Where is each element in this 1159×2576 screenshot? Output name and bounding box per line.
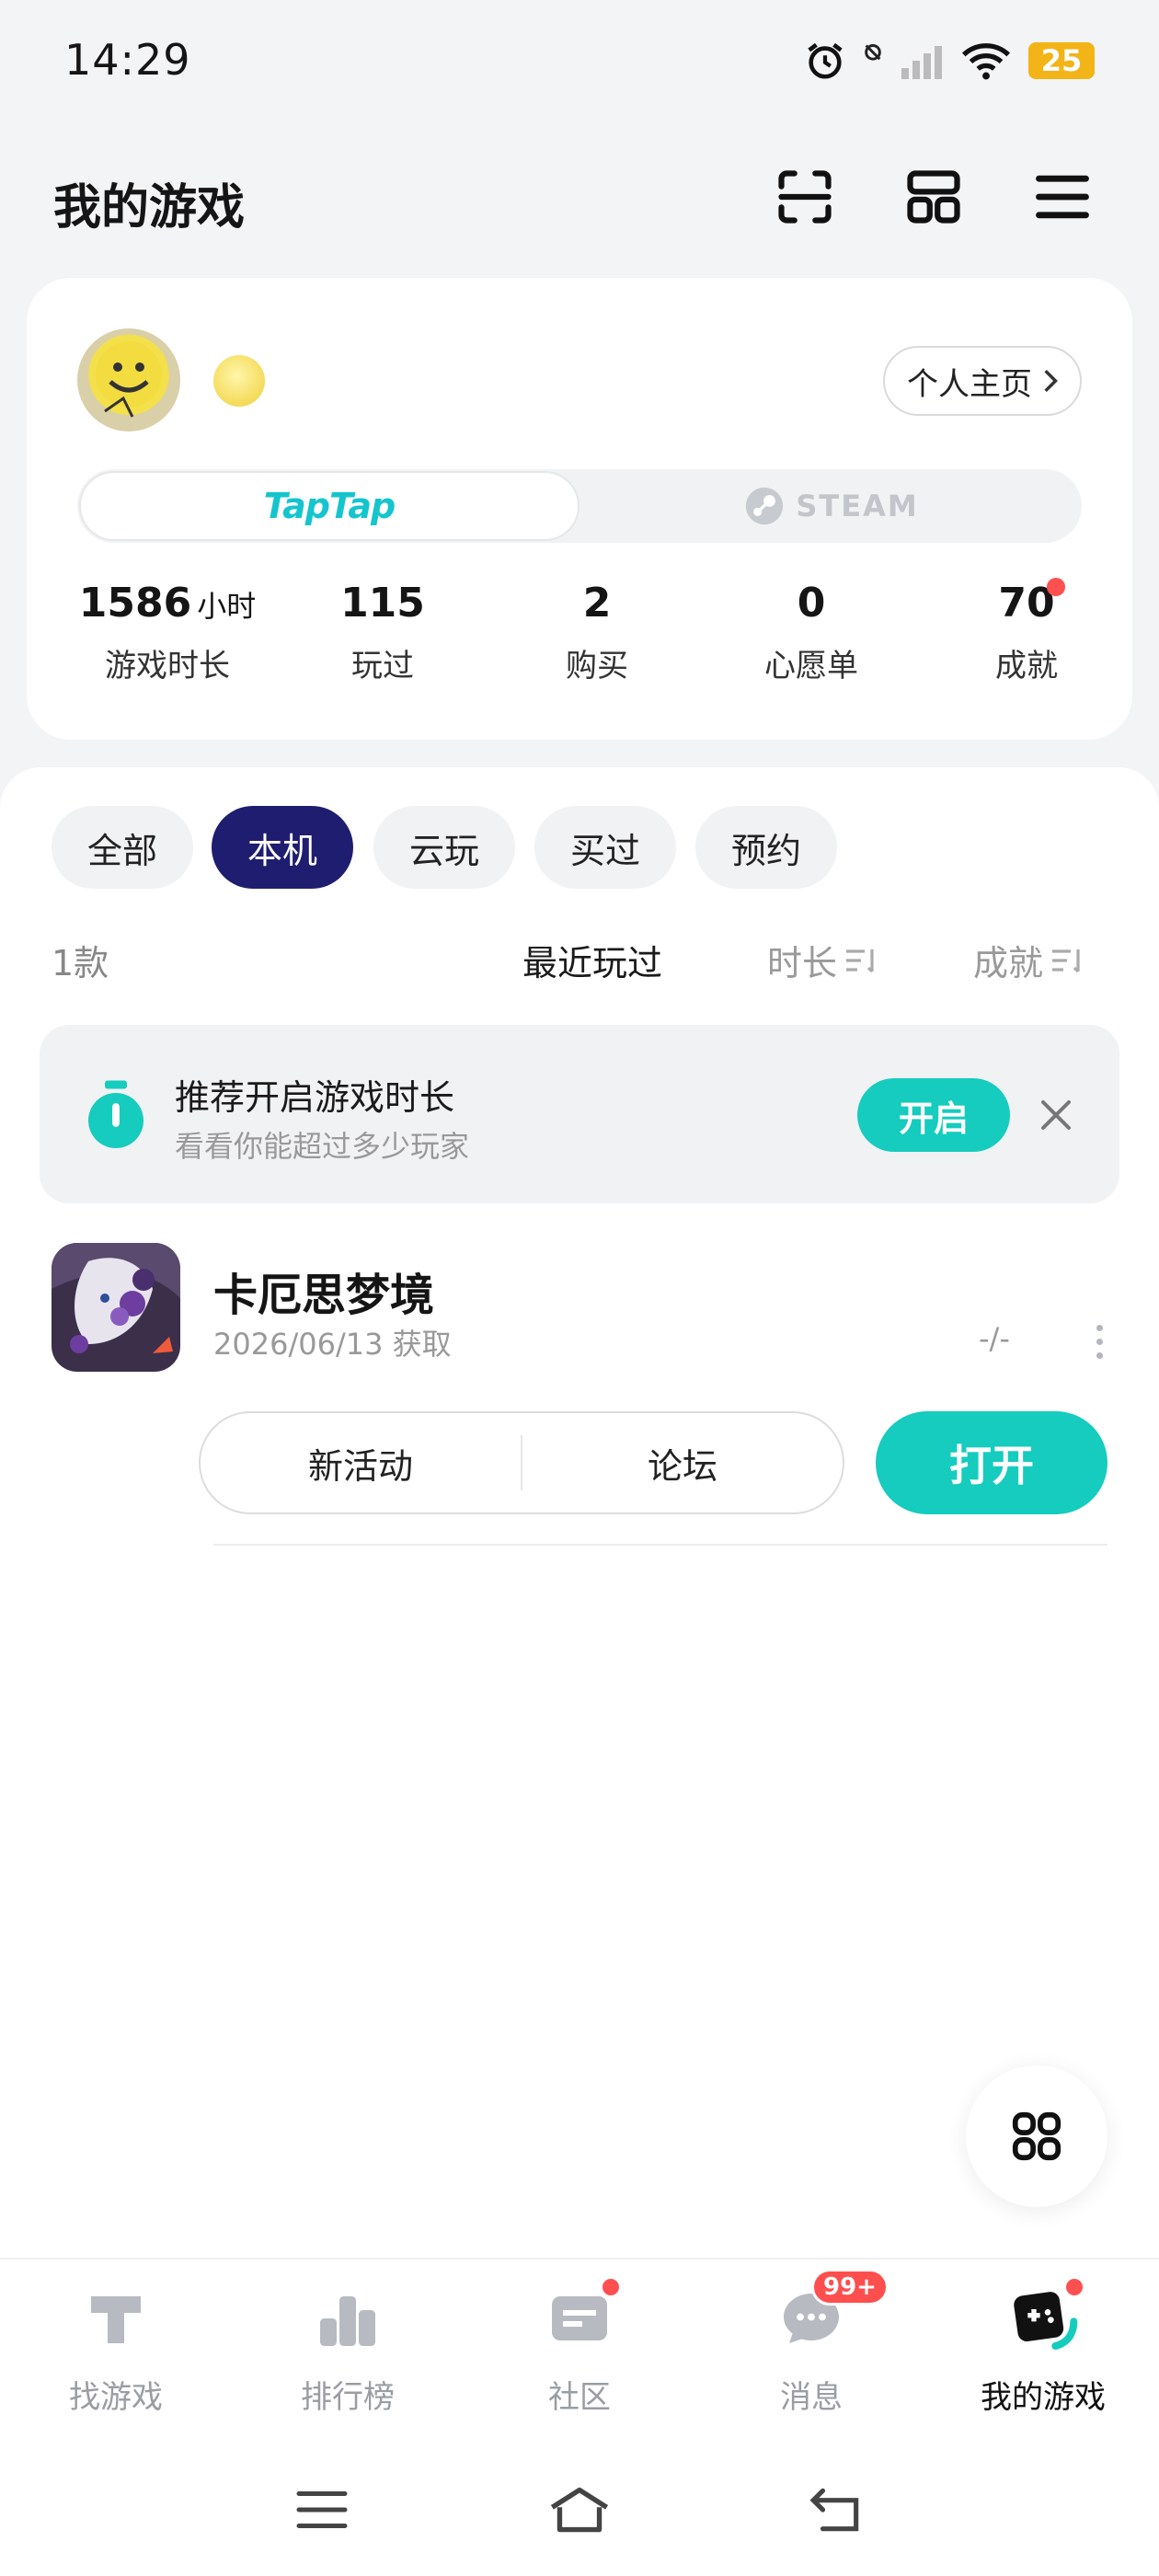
forum-button[interactable]: 论坛: [522, 1438, 843, 1489]
stat-played[interactable]: 115 玩过: [272, 580, 493, 685]
wifi-icon: [961, 43, 1011, 80]
signal-icon: [901, 46, 942, 79]
grid-icon: [1012, 2111, 1061, 2161]
achievement-dot: [1047, 578, 1065, 596]
chip-local[interactable]: 本机: [212, 806, 353, 889]
sort-achievements-label: 成就: [973, 943, 1044, 983]
recent-apps-icon[interactable]: [285, 2482, 359, 2537]
sort-duration[interactable]: 时长: [767, 935, 878, 985]
nav-label: 排行榜: [301, 2379, 395, 2416]
sort-recent[interactable]: 最近玩过: [522, 935, 662, 985]
chip-cloud[interactable]: 云玩: [373, 806, 515, 889]
nav-label: 社区: [548, 2379, 611, 2416]
sort-icon: [1052, 949, 1080, 972]
game-playtime: -/-: [979, 1321, 1010, 1356]
stat-purchased[interactable]: 2 购买: [487, 580, 707, 685]
page-title: 我的游戏: [53, 180, 246, 236]
row-divider: [213, 1544, 1107, 1546]
nav-label: 找游戏: [69, 2379, 163, 2416]
stat-label: 游戏时长: [105, 648, 230, 684]
nav-messages[interactable]: 99+ 消息: [695, 2269, 927, 2417]
stat-playtime[interactable]: 1586 小时 游戏时长: [57, 580, 278, 685]
stat-value: 115: [340, 580, 425, 627]
stat-unit: 小时: [197, 589, 257, 624]
stopwatch-icon: [83, 1078, 149, 1152]
battery-indicator: 25: [1028, 42, 1095, 79]
profile-home-label: 个人主页: [907, 365, 1032, 403]
sort-achievements[interactable]: 成就: [973, 935, 1084, 985]
gamepad-icon: [1006, 2276, 1085, 2355]
game-count: 1款: [52, 943, 109, 983]
chip-bought[interactable]: 买过: [534, 806, 676, 889]
more-options-icon[interactable]: [1096, 1325, 1104, 1359]
moon-emoji: [213, 355, 265, 407]
promo-subtitle: 看看你能超过多少玩家: [175, 1129, 470, 1164]
promo-title: 推荐开启游戏时长: [175, 1077, 455, 1118]
close-icon[interactable]: [1038, 1095, 1074, 1135]
game-acquired-date: 2026/06/13 获取: [213, 1327, 452, 1362]
stat-label: 成就: [995, 648, 1058, 684]
stat-value: 1586: [78, 580, 192, 627]
stat-value: 2: [582, 580, 612, 627]
steam-label: STEAM: [796, 489, 919, 523]
alarm-icon: [808, 42, 843, 79]
open-game-button[interactable]: 打开: [876, 1411, 1107, 1514]
message-count-badge: 99+: [811, 2269, 889, 2306]
nav-label: 我的游戏: [981, 2379, 1106, 2416]
nav-label: 消息: [780, 2379, 843, 2416]
nav-community[interactable]: 社区: [464, 2276, 695, 2417]
nav-find-games[interactable]: 找游戏: [0, 2282, 232, 2417]
scan-icon[interactable]: [770, 162, 840, 232]
chip-reserved[interactable]: 预约: [695, 806, 837, 889]
steam-icon: [746, 487, 784, 525]
stat-label: 购买: [566, 648, 628, 684]
grid-view-fab[interactable]: [966, 2065, 1107, 2207]
nav-my-games[interactable]: 我的游戏: [927, 2276, 1159, 2417]
stat-label: 心愿单: [764, 648, 858, 684]
stat-value: 0: [797, 580, 826, 627]
stat-label: 玩过: [351, 648, 414, 684]
game-title[interactable]: 卡厄思梦境: [213, 1259, 434, 1323]
menu-icon[interactable]: [1027, 162, 1097, 232]
stat-value: 70: [998, 580, 1055, 627]
tab-steam[interactable]: STEAM: [581, 471, 1082, 541]
sort-duration-label: 时长: [767, 943, 838, 983]
tab-taptap[interactable]: TapTap: [79, 471, 580, 541]
taptap-t-icon: [79, 2282, 153, 2355]
profile-home-button[interactable]: 个人主页: [883, 346, 1082, 416]
back-icon[interactable]: [800, 2482, 874, 2537]
chat-bubble-icon: 99+: [775, 2269, 889, 2355]
nav-rankings[interactable]: 排行榜: [232, 2282, 464, 2417]
game-icon[interactable]: [52, 1243, 180, 1372]
new-event-button[interactable]: 新活动: [201, 1438, 521, 1489]
stat-wishlist[interactable]: 0 心愿单: [701, 580, 922, 685]
chip-all[interactable]: 全部: [52, 806, 193, 889]
layout-icon[interactable]: [899, 162, 969, 232]
notification-dot: [600, 2276, 622, 2298]
enable-playtime-button[interactable]: 开启: [857, 1078, 1010, 1152]
notification-dot: [1063, 2276, 1085, 2298]
home-icon[interactable]: [543, 2482, 616, 2537]
sort-icon: [846, 949, 874, 972]
mute-icon: [865, 44, 881, 61]
game-actions-group: 新活动 论坛: [199, 1411, 844, 1514]
avatar[interactable]: [77, 328, 180, 431]
status-icons: 25: [804, 35, 1095, 86]
community-card-icon: [543, 2276, 622, 2355]
stat-achievements[interactable]: 70 成就: [916, 580, 1137, 685]
podium-icon: [311, 2282, 384, 2355]
status-time: 14:29: [64, 35, 191, 85]
chevron-right-icon: [1044, 369, 1058, 393]
